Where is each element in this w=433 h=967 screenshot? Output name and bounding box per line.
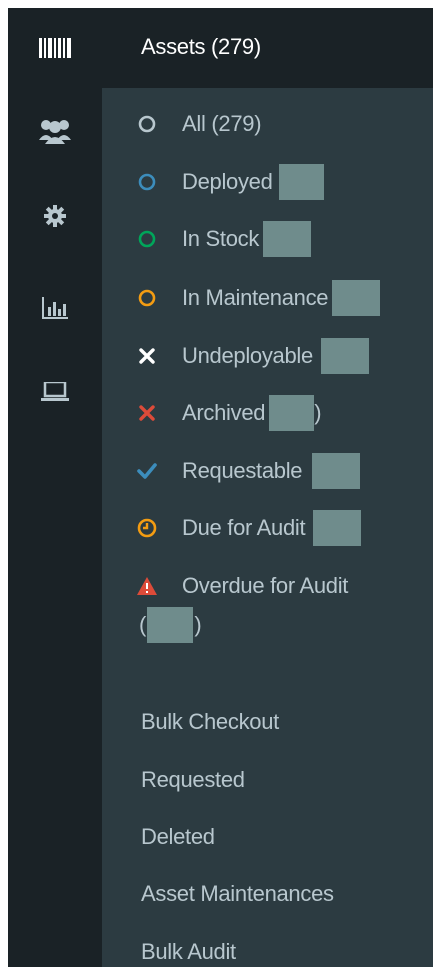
circle-outline-icon: [136, 171, 158, 193]
deleted-link[interactable]: Deleted: [141, 817, 215, 857]
times-icon: [136, 402, 158, 424]
page-title[interactable]: Assets (279): [141, 34, 261, 60]
count-close-paren: ): [194, 612, 202, 637]
laptop-icon[interactable]: [35, 374, 75, 410]
filter-label: Archived: [182, 400, 266, 425]
bulk-checkout-link[interactable]: Bulk Checkout: [141, 702, 279, 742]
filter-all[interactable]: All (279): [136, 104, 262, 144]
check-icon: [136, 460, 158, 482]
filter-label: Undeployable: [182, 343, 313, 368]
redacted-count: [332, 280, 381, 316]
filter-label: Requestable: [182, 458, 303, 483]
asset-maintenances-link[interactable]: Asset Maintenances: [141, 874, 334, 914]
app-frame: Assets (279) All (279) Deployed ( In Sto…: [8, 8, 433, 967]
redacted-count: [312, 453, 361, 489]
filter-undeployable[interactable]: Undeployable: [136, 336, 369, 376]
filter-in-stock[interactable]: In Stock: [136, 219, 312, 259]
filter-label: Deployed (: [182, 169, 286, 194]
filter-label: Due for Audit: [182, 515, 306, 540]
clock-icon: [136, 517, 158, 539]
bulk-audit-link[interactable]: Bulk Audit: [141, 932, 236, 967]
warning-icon: [136, 575, 158, 597]
bar-chart-icon[interactable]: [35, 290, 75, 326]
icon-sidebar: [8, 8, 102, 967]
filter-in-maintenance[interactable]: In Maintenance: [136, 278, 381, 318]
overdue-count-wrap: ( ): [139, 605, 202, 645]
requested-link[interactable]: Requested: [141, 760, 245, 800]
times-icon: [136, 345, 158, 367]
filter-label: Overdue for Audit: [182, 573, 349, 598]
filter-label: In Maintenance: [182, 285, 329, 310]
redacted-count: [147, 607, 194, 643]
users-icon[interactable]: [35, 113, 75, 149]
filter-requestable[interactable]: Requestable: [136, 451, 361, 491]
circle-outline-icon: [136, 228, 158, 250]
count-open-paren: (: [139, 612, 147, 637]
count-close-paren: ): [314, 400, 322, 425]
redacted-count: [263, 221, 312, 257]
redacted-count: [269, 395, 315, 431]
filter-deployed[interactable]: Deployed (: [136, 162, 325, 202]
filter-overdue-for-audit[interactable]: Overdue for Audit: [136, 566, 348, 606]
redacted-count: [313, 510, 362, 546]
gear-icon[interactable]: [35, 198, 75, 234]
filter-due-for-audit[interactable]: Due for Audit: [136, 508, 362, 548]
redacted-count: [320, 338, 369, 374]
circle-outline-icon: [136, 113, 158, 135]
filter-archived[interactable]: Archived ): [136, 393, 322, 433]
filter-label: In Stock: [182, 226, 260, 251]
circle-outline-icon: [136, 287, 158, 309]
barcode-icon[interactable]: [35, 30, 75, 66]
redacted-count: [279, 164, 325, 200]
filter-label: All (279): [182, 111, 262, 136]
